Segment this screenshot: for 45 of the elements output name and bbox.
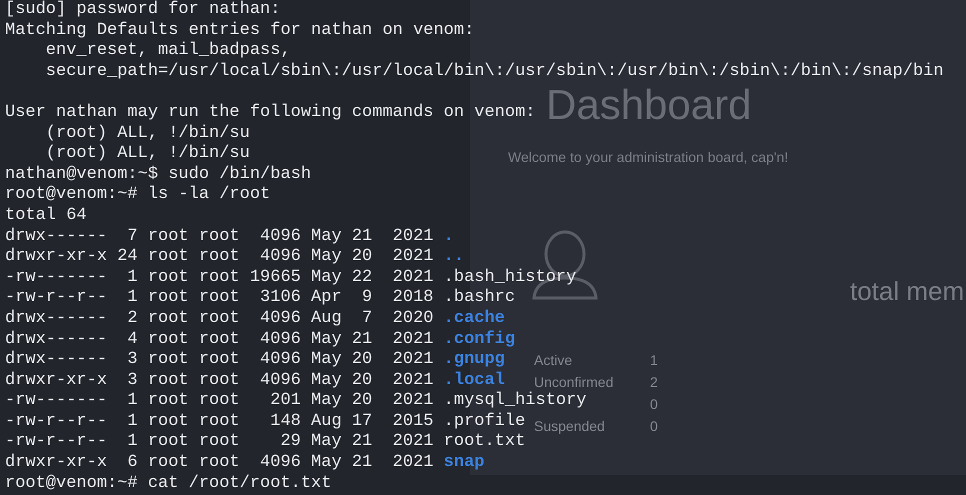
listing-details: drwxr-xr-x 6 root root 4096 May 21 2021: [5, 453, 434, 474]
command-line: root@venom:~# cat /root/root.txt: [5, 474, 332, 494]
command-line: root@venom:~# ls -la /root: [5, 185, 270, 206]
card-title: total mem: [850, 275, 964, 308]
file-name: root.txt: [444, 432, 526, 454]
listing-details: -rw-r--r-- 1 root root 29 May 21 2021: [5, 432, 434, 454]
directory-name: ..: [444, 247, 464, 268]
listing-details: -rw-r--r-- 1 root root 148 Aug 17 2015: [5, 412, 434, 432]
dashboard-title: Dashboard: [546, 84, 752, 126]
file-name: .mysql_history: [444, 391, 586, 412]
listing-details: drwx------ 2 root root 4096 Aug 7 2020: [5, 308, 434, 330]
output-line: (root) ALL, !/bin/su: [44, 124, 250, 144]
directory-name: snap: [444, 453, 484, 474]
listing-details: drwxr-xr-x 24 root root 4096 May 20 2021: [5, 247, 434, 268]
stat-label: Suspended: [534, 418, 605, 434]
command-line: nathan@venom:~$ sudo /bin/bash: [5, 164, 312, 186]
stat-label: Active: [534, 352, 572, 368]
stat-label: Unconfirmed: [534, 374, 614, 390]
file-name: .bashrc: [444, 288, 516, 309]
listing-details: drwx------ 3 root root 4096 May 20 2021: [5, 350, 434, 371]
stat-value: 2: [650, 373, 658, 392]
listing-details: -rw-r--r-- 1 root root 3106 Apr 9 2018: [5, 288, 434, 309]
output-line: env_reset, mail_badpass,: [44, 41, 291, 62]
dashboard-subtitle: Welcome to your administration board, cap'n!: [508, 148, 788, 167]
listing-details: drwxr-xr-x 3 root root 4096 May 20 2021: [5, 370, 434, 392]
file-name: .profile: [444, 412, 526, 432]
directory-name: .cache: [444, 308, 505, 330]
listing-details: drwx------ 7 root root 4096 May 21 2021: [5, 226, 434, 248]
stat-value: 0: [650, 417, 658, 436]
output-line: total 64: [5, 206, 87, 227]
directory-name: .gnupg: [444, 350, 505, 371]
listing-details: -rw------- 1 root root 19665 May 22 2021: [5, 268, 434, 288]
stat-value: 0: [650, 395, 658, 414]
listing-details: drwx------ 4 root root 4096 May 21 2021: [5, 330, 434, 350]
output-line: [sudo] password for nathan:: [5, 0, 280, 21]
output-line: secure_path=/usr/local/sbin\:/usr/local/bin\:/usr/sbin\:/usr/bin\:/sbin\:/bin\:/snap/bin: [44, 62, 944, 82]
output-line: Matching Defaults entries for nathan on venom:: [5, 20, 474, 42]
output-line: (root) ALL, !/bin/su: [44, 144, 250, 165]
directory-name: .: [444, 226, 454, 248]
listing-details: -rw------- 1 root root 201 May 20 2021: [5, 391, 434, 412]
output-line: User nathan may run the following commands on venom:: [5, 102, 536, 124]
file-name: .bash_history: [444, 268, 576, 288]
directory-name: .local: [444, 370, 505, 392]
stat-value: 1: [650, 351, 658, 370]
directory-name: .config: [444, 330, 516, 350]
